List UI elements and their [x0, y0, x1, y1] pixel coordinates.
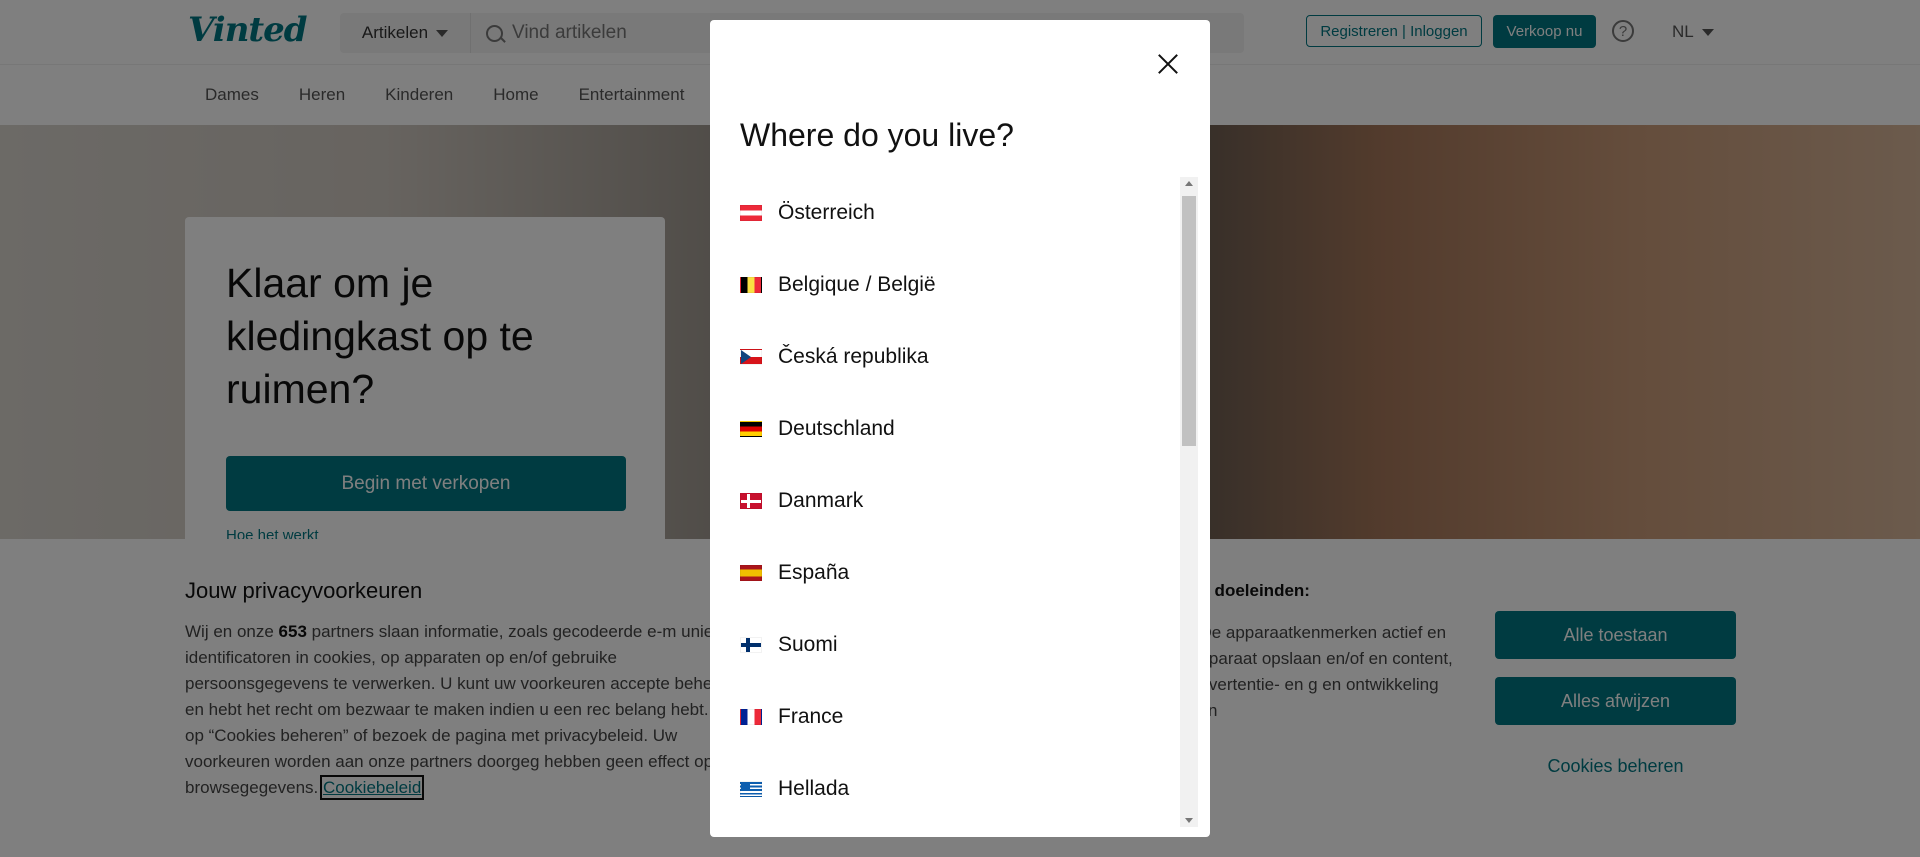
country-label: Česká republika [778, 345, 929, 368]
france-flag-icon [740, 709, 762, 725]
country-label: Österreich [778, 201, 875, 224]
country-item-be[interactable]: Belgique / België [740, 249, 1160, 321]
country-item-at[interactable]: Österreich [740, 177, 1160, 249]
scroll-down-arrow-icon[interactable] [1185, 818, 1193, 823]
denmark-flag-icon [740, 493, 762, 509]
country-label: Danmark [778, 489, 864, 512]
germany-flag-icon [740, 421, 762, 437]
country-list: Österreich Belgique / België Česká repub… [740, 177, 1160, 827]
close-icon[interactable] [1150, 46, 1186, 82]
country-item-es[interactable]: España [740, 537, 1160, 609]
scroll-up-arrow-icon[interactable] [1185, 181, 1193, 186]
country-select-modal: Where do you live? Österreich Belgique /… [710, 20, 1210, 837]
country-label: Suomi [778, 633, 838, 656]
country-label: Deutschland [778, 417, 895, 440]
country-item-fi[interactable]: Suomi [740, 609, 1160, 681]
country-item-fr[interactable]: France [740, 681, 1160, 753]
belgium-flag-icon [740, 277, 762, 293]
modal-title: Where do you live? [740, 117, 1014, 153]
scroll-thumb[interactable] [1182, 196, 1196, 446]
country-label: Belgique / België [778, 273, 936, 296]
country-item-cz[interactable]: Česká republika [740, 321, 1160, 393]
country-item-gr[interactable]: Hellada [740, 753, 1160, 825]
country-item-dk[interactable]: Danmark [740, 465, 1160, 537]
greece-flag-icon [740, 781, 762, 797]
country-item-de[interactable]: Deutschland [740, 393, 1160, 465]
country-label: France [778, 705, 844, 728]
country-label: España [778, 561, 850, 584]
spain-flag-icon [740, 565, 762, 581]
czech-flag-icon [740, 349, 762, 365]
austria-flag-icon [740, 205, 762, 221]
country-list-scrollbar[interactable] [1180, 177, 1198, 827]
country-label: Hellada [778, 777, 850, 800]
finland-flag-icon [740, 637, 762, 653]
